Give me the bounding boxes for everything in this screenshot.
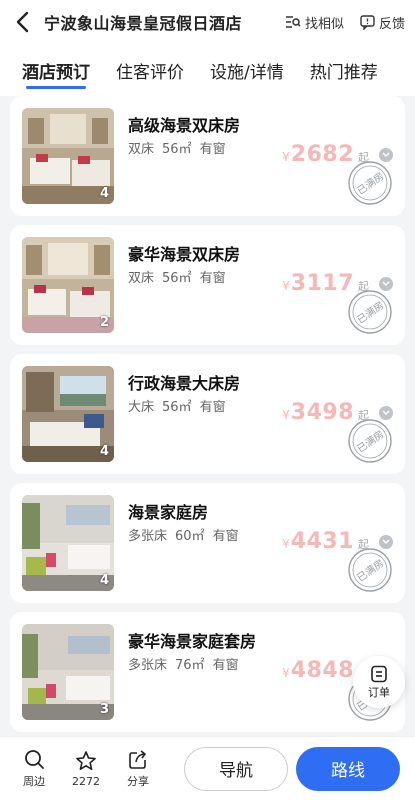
window-info: 有窗 xyxy=(199,142,226,157)
tab-recommendations[interactable]: 热门推荐 xyxy=(310,46,378,95)
feedback-icon xyxy=(360,14,375,30)
tab-guest-reviews[interactable]: 住客评价 xyxy=(116,46,184,95)
window-info: 有窗 xyxy=(212,658,239,673)
svg-text:已满房: 已满房 xyxy=(354,427,386,455)
find-similar-label: 找相似 xyxy=(304,16,344,32)
price-amount: 3117 xyxy=(290,271,354,296)
price-amount: 4431 xyxy=(290,529,354,554)
currency-symbol: ¥ xyxy=(282,408,290,422)
photo-count: 4 xyxy=(99,186,109,201)
svg-text:已满房: 已满房 xyxy=(354,298,386,326)
tab-bar: 酒店预订 住客评价 设施/详情 热门推荐 xyxy=(0,44,415,96)
feedback-button[interactable]: 反馈 xyxy=(360,13,405,32)
window-info: 有窗 xyxy=(212,529,239,544)
room-specs: 双床 56㎡ 有窗 xyxy=(128,138,226,157)
star-icon xyxy=(76,750,96,770)
room-photo[interactable]: 4 xyxy=(22,108,114,204)
find-similar-button[interactable]: 找相似 xyxy=(285,13,344,32)
room-area: 60㎡ xyxy=(175,529,205,544)
order-label: 订单 xyxy=(368,685,390,699)
back-button[interactable] xyxy=(0,0,44,44)
window-info: 有窗 xyxy=(199,400,226,415)
find-similar-icon xyxy=(285,16,301,28)
favorite-button[interactable]: 2272 xyxy=(60,750,112,788)
top-bar: 宁波象山海景皇冠假日酒店 找相似 反馈 xyxy=(0,0,415,44)
favorite-count: 2272 xyxy=(72,774,100,788)
price-amount: 2682 xyxy=(290,142,354,167)
room-area: 56㎡ xyxy=(162,142,192,157)
photo-count: 3 xyxy=(99,702,109,717)
share-button[interactable]: 分享 xyxy=(112,748,164,789)
room-specs: 多张床 76㎡ 有窗 xyxy=(128,654,239,673)
sold-out-stamp-icon: 已满房 xyxy=(348,419,392,463)
bottom-action-bar: 周边 2272 分享 导航 路线 xyxy=(0,736,415,800)
share-icon xyxy=(129,750,146,769)
room-card[interactable]: 4 海景家庭房 多张床 60㎡ 有窗 ¥4431 起 已满房 xyxy=(10,483,405,603)
photo-count: 2 xyxy=(99,315,109,330)
room-photo[interactable]: 4 xyxy=(22,366,114,462)
bed-type: 多张床 xyxy=(128,658,168,673)
currency-symbol: ¥ xyxy=(282,666,290,680)
currency-symbol: ¥ xyxy=(282,279,290,293)
svg-text:已满房: 已满房 xyxy=(354,169,386,197)
navigate-button[interactable]: 导航 xyxy=(184,746,288,791)
tab-facilities[interactable]: 设施/详情 xyxy=(210,46,284,95)
currency-symbol: ¥ xyxy=(282,150,290,164)
room-card[interactable]: 4 行政海景大床房 大床 56㎡ 有窗 ¥3498 起 已满房 xyxy=(10,354,405,474)
nearby-button[interactable]: 周边 xyxy=(8,748,60,789)
sold-out-stamp-icon: 已满房 xyxy=(348,548,392,592)
room-area: 56㎡ xyxy=(162,400,192,415)
photo-count: 4 xyxy=(99,573,109,588)
tab-hotel-booking[interactable]: 酒店预订 xyxy=(22,46,90,95)
sold-out-stamp-icon: 已满房 xyxy=(348,161,392,205)
room-specs: 大床 56㎡ 有窗 xyxy=(128,396,226,415)
search-icon xyxy=(25,750,44,769)
room-name: 海景家庭房 xyxy=(128,503,209,522)
room-photo[interactable]: 2 xyxy=(22,237,114,333)
currency-symbol: ¥ xyxy=(282,537,290,551)
bed-type: 双床 xyxy=(128,142,155,157)
room-card[interactable]: 4 高级海景双床房 双床 56㎡ 有窗 ¥2682 起 已满房 xyxy=(10,96,405,216)
photo-count: 4 xyxy=(99,444,109,459)
room-area: 56㎡ xyxy=(162,271,192,286)
bed-type: 大床 xyxy=(128,400,155,415)
room-area: 76㎡ xyxy=(175,658,205,673)
sold-out-stamp-icon: 已满房 xyxy=(348,290,392,334)
price-amount: 4848 xyxy=(290,658,354,683)
share-label: 分享 xyxy=(127,775,149,788)
price-amount: 3498 xyxy=(290,400,354,425)
room-card[interactable]: 2 豪华海景双床房 双床 56㎡ 有窗 ¥3117 起 已满房 xyxy=(10,225,405,345)
back-arrow-icon xyxy=(16,11,29,33)
nearby-label: 周边 xyxy=(23,775,45,788)
bed-type: 多张床 xyxy=(128,529,168,544)
bed-type: 双床 xyxy=(128,271,155,286)
room-card[interactable]: 3 豪华海景家庭套房 多张床76㎡有窗 ¥4848起 已满房 xyxy=(10,612,405,732)
svg-text:已满房: 已满房 xyxy=(354,556,386,584)
room-name: 豪华海景双床房 xyxy=(128,245,241,264)
page-title: 宁波象山海景皇冠假日酒店 xyxy=(44,14,243,33)
feedback-label: 反馈 xyxy=(378,16,405,32)
room-name: 高级海景双床房 xyxy=(128,116,241,135)
window-info: 有窗 xyxy=(199,271,226,286)
room-photo[interactable]: 3 xyxy=(22,624,114,720)
room-name: 行政海景大床房 xyxy=(128,374,241,393)
route-button[interactable]: 路线 xyxy=(296,746,400,791)
room-photo[interactable]: 4 xyxy=(22,495,114,591)
room-name: 豪华海景家庭套房 xyxy=(128,632,257,651)
order-icon xyxy=(371,665,387,682)
order-button[interactable]: 订单 xyxy=(353,656,405,708)
room-specs: 多张床 60㎡ 有窗 xyxy=(128,525,239,544)
room-specs: 双床 56㎡ 有窗 xyxy=(128,267,226,286)
